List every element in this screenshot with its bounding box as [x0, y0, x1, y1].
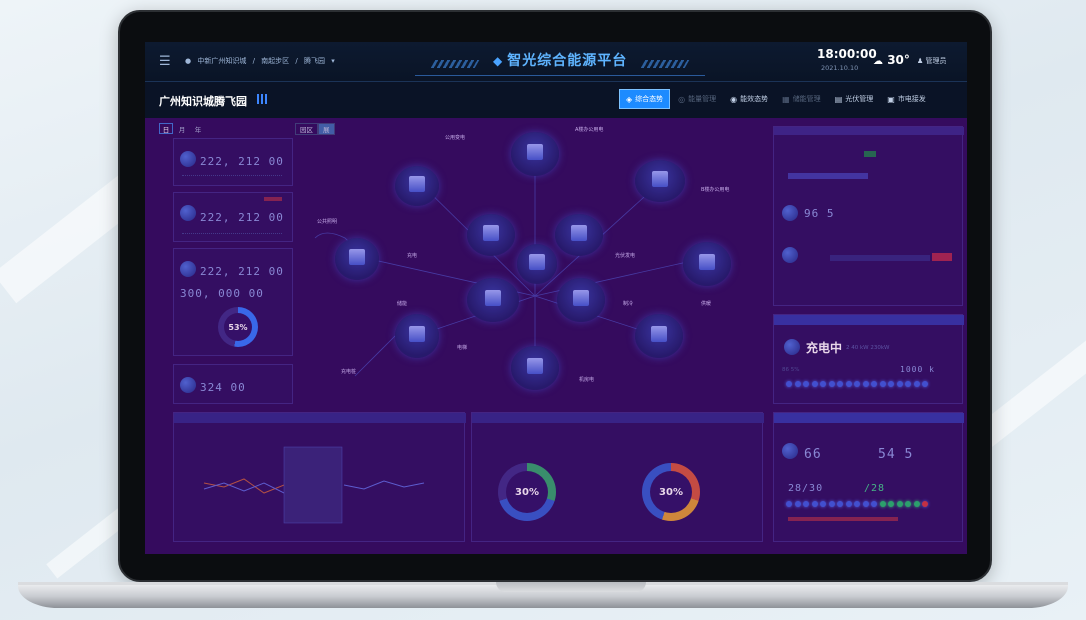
- lightning-icon: ◉: [730, 94, 738, 104]
- battery-icon: ▦: [782, 94, 790, 104]
- laptop-base: [18, 582, 1068, 608]
- breadcrumb-item[interactable]: 腾飞园: [304, 57, 325, 65]
- gauge-icon: ◎: [678, 94, 686, 104]
- tab-label: 市电接发: [897, 95, 926, 103]
- clock-time: 18:00:00: [817, 47, 877, 61]
- user-menu[interactable]: ♟ 管理员: [917, 56, 947, 66]
- title-decoration: [430, 60, 480, 68]
- platform-title: ◆ 智光综合能源平台: [493, 50, 627, 70]
- breadcrumb-separator: /: [295, 57, 298, 65]
- user-name: 管理员: [925, 57, 947, 65]
- top-bar: ☰ ● 中新广州知识城 / 南起步区 / 腾飞园 ▾ ◆ 智光综合能源平台 18:…: [145, 42, 967, 82]
- tab-pv[interactable]: ▤ 光伏管理: [829, 89, 880, 109]
- breadcrumb-item[interactable]: 南起步区: [261, 57, 289, 65]
- logo-icon: ◆: [493, 54, 504, 68]
- title-decoration: [640, 60, 690, 68]
- sub-bar: 广州知识城腾飞园 ◈ 综合态势 ◎ 能量管理 ◉ 能效态势 ▦ 储能管理 ▤ 光伏管理 ▣…: [145, 82, 967, 118]
- cloud-icon: ☁: [873, 56, 883, 67]
- temperature: 30°: [887, 53, 910, 67]
- user-icon: ♟: [917, 57, 924, 65]
- dashboard-screen: ☰ ● 中新广州知识城 / 南起步区 / 腾飞园 ▾ ◆ 智光综合能源平台 18:…: [145, 42, 967, 554]
- grid-icon: ▣: [887, 94, 895, 104]
- tab-efficiency[interactable]: ◉ 能效态势: [724, 89, 774, 109]
- title-banner: ◆ 智光综合能源平台: [415, 42, 705, 76]
- pin-icon: ●: [185, 57, 192, 65]
- solar-panel-icon: ▤: [834, 94, 843, 104]
- tab-label: 能效态势: [740, 95, 769, 103]
- laptop-notch: [496, 582, 646, 592]
- menu-icon[interactable]: ☰: [159, 54, 171, 69]
- chevron-down-icon[interactable]: ▾: [331, 57, 335, 65]
- tab-label: 能量管理: [688, 95, 717, 103]
- nav-tabs: ◈ 综合态势 ◎ 能量管理 ◉ 能效态势 ▦ 储能管理 ▤ 光伏管理 ▣ 市电接发: [619, 89, 932, 109]
- tab-overview[interactable]: ◈ 综合态势: [619, 89, 671, 109]
- breadcrumb: ● 中新广州知识城 / 南起步区 / 腾飞园 ▾: [185, 56, 339, 66]
- weather: ☁ 30°: [873, 53, 910, 67]
- cube-icon: ◈: [626, 94, 633, 104]
- building-icon[interactable]: [257, 94, 269, 104]
- tab-label: 综合态势: [635, 95, 664, 103]
- work-area: 日 月 年 园区 展 222, 212 00 222, 212 00 222, …: [145, 118, 967, 554]
- breadcrumb-separator: /: [252, 57, 255, 65]
- tint-overlay: [145, 118, 967, 554]
- park-name: 广州知识城腾飞园: [159, 95, 247, 108]
- tab-storage[interactable]: ▦ 储能管理: [776, 89, 827, 109]
- breadcrumb-item[interactable]: 中新广州知识城: [197, 57, 246, 65]
- tab-energy[interactable]: ◎ 能量管理: [672, 89, 722, 109]
- tab-label: 光伏管理: [845, 95, 874, 103]
- clock-date: 2021.10.10: [821, 64, 859, 72]
- tab-label: 储能管理: [792, 95, 821, 103]
- tab-grid[interactable]: ▣ 市电接发: [881, 89, 932, 109]
- platform-title-text: 智光综合能源平台: [507, 53, 628, 69]
